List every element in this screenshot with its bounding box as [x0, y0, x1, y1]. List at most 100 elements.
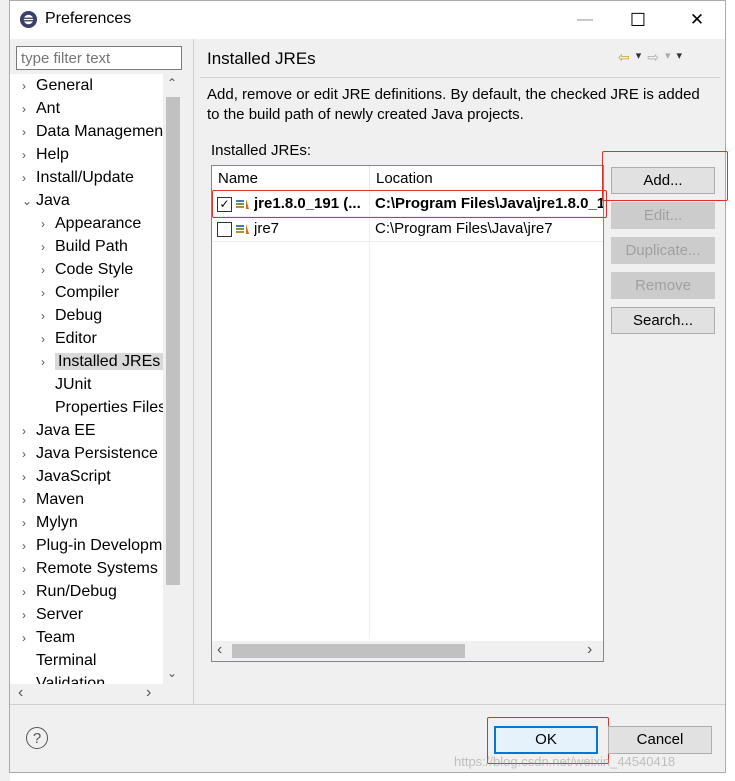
preferences-tree: › General › Ant › Data Management › Help › Instal…: [10, 74, 182, 704]
chevron-right-icon[interactable]: ›: [22, 144, 36, 166]
tree-item[interactable]: › Code Style: [41, 259, 133, 281]
tree-item[interactable]: › Appearance: [41, 213, 141, 235]
chevron-right-icon[interactable]: ›: [22, 466, 36, 488]
chevron-right-icon[interactable]: ›: [41, 282, 55, 304]
tree-item[interactable]: Terminal: [22, 650, 96, 672]
tree-item-label: Build Path: [55, 238, 128, 255]
tree-item[interactable]: › Install/Update: [22, 167, 134, 189]
chevron-right-icon[interactable]: ›: [22, 443, 36, 465]
tree-item[interactable]: › Compiler: [41, 282, 119, 304]
chevron-right-icon[interactable]: ›: [41, 259, 55, 281]
chevron-right-icon[interactable]: ›: [41, 328, 55, 350]
minimize-button[interactable]: —: [562, 1, 608, 39]
filter-input[interactable]: [16, 46, 182, 70]
tree-item[interactable]: › Java Persistence: [22, 443, 158, 465]
maximize-button[interactable]: ☐: [615, 1, 661, 39]
tree-item[interactable]: › Ant: [22, 98, 60, 120]
tree-item-label: Compiler: [55, 284, 120, 301]
chevron-right-icon[interactable]: ›: [22, 167, 36, 189]
eclipse-icon: [19, 10, 38, 29]
watermark: https://blog.csdn.net/weixin_44540418: [454, 754, 676, 769]
chevron-right-icon[interactable]: ›: [22, 420, 36, 442]
tree-item[interactable]: › Plug-in Development: [22, 535, 182, 557]
scroll-left-icon[interactable]: ‹: [18, 684, 23, 702]
column-header-location[interactable]: Location: [370, 166, 603, 189]
tree-item-label: Code Style: [55, 261, 134, 278]
tree-item[interactable]: › Help: [22, 144, 69, 166]
scroll-right-icon[interactable]: ›: [146, 684, 151, 702]
chevron-right-icon[interactable]: ›: [41, 236, 55, 258]
tree-horizontal-scrollbar[interactable]: ‹ ›: [10, 684, 182, 704]
help-icon[interactable]: ?: [26, 727, 48, 749]
chevron-right-icon[interactable]: ›: [41, 213, 55, 235]
tree-item[interactable]: › Remote Systems: [22, 558, 158, 580]
tree-item[interactable]: › Maven: [22, 489, 84, 511]
chevron-right-icon[interactable]: ›: [22, 604, 36, 626]
table-row[interactable]: jre7 C:\Program Files\Java\jre7: [212, 217, 603, 242]
tree-vertical-scroll-thumb[interactable]: [166, 97, 180, 585]
view-menu-icon[interactable]: ▾: [677, 49, 683, 66]
scroll-left-icon[interactable]: ‹: [217, 641, 222, 659]
tree-item[interactable]: › Build Path: [41, 236, 128, 258]
chevron-down-icon[interactable]: ⌄: [22, 190, 36, 212]
duplicate-button[interactable]: Duplicate...: [611, 237, 715, 264]
tree-item[interactable]: › General: [22, 75, 93, 97]
tree-item-label: Remote Systems: [36, 560, 158, 577]
back-arrow-icon[interactable]: ⇦: [618, 49, 630, 66]
chevron-right-icon[interactable]: ›: [22, 581, 36, 603]
chevron-right-icon[interactable]: ›: [22, 489, 36, 511]
remove-button[interactable]: Remove: [611, 272, 715, 299]
chevron-right-icon[interactable]: ›: [22, 535, 36, 557]
tree-item[interactable]: Properties Files Editor: [41, 397, 182, 419]
jre-table: Name Location ✓ jre1.8.0_191 (... C:\Pro…: [211, 165, 604, 662]
chevron-right-icon[interactable]: ›: [22, 512, 36, 534]
tree-item-label: Java: [36, 192, 70, 209]
tree-item-label: Java Persistence: [36, 445, 158, 462]
tree-item[interactable]: › Run/Debug: [22, 581, 117, 603]
close-button[interactable]: ✕: [674, 1, 720, 39]
tree-item[interactable]: › Installed JREs: [41, 351, 164, 373]
chevron-right-icon[interactable]: ›: [22, 627, 36, 649]
tree-item[interactable]: › Data Management: [22, 121, 168, 143]
chevron-right-icon[interactable]: ›: [41, 351, 55, 373]
forward-menu-icon[interactable]: ▾: [665, 49, 671, 66]
tree-item-label: Mylyn: [36, 514, 78, 531]
tree-item-label: Server: [36, 606, 84, 623]
chevron-right-icon[interactable]: ›: [22, 75, 36, 97]
tree-item[interactable]: › Server: [22, 604, 83, 626]
tree-item-label: Run/Debug: [36, 583, 117, 600]
tree-item[interactable]: › Editor: [41, 328, 97, 350]
tree-item[interactable]: › Mylyn: [22, 512, 78, 534]
back-menu-icon[interactable]: ▾: [636, 49, 642, 66]
tree-item-label: Help: [36, 146, 69, 163]
tree-item-label: Team: [36, 629, 76, 646]
chevron-right-icon[interactable]: ›: [22, 121, 36, 143]
scroll-up-icon[interactable]: ⌃: [167, 76, 177, 90]
chevron-right-icon[interactable]: ›: [22, 98, 36, 120]
tree-item[interactable]: ⌄ Java: [22, 190, 70, 212]
cancel-button[interactable]: Cancel: [608, 726, 712, 754]
scroll-down-icon[interactable]: ⌄: [167, 666, 177, 680]
tree-item-label: JUnit: [55, 376, 92, 393]
tree-item[interactable]: › Java EE: [22, 420, 96, 442]
tree-item-label: Data Management: [36, 123, 168, 140]
page-description: Add, remove or edit JRE definitions. By …: [207, 86, 700, 123]
jre-location: C:\Program Files\Java\jre7: [375, 220, 553, 237]
tree-item-label: Appearance: [55, 215, 142, 232]
chevron-right-icon[interactable]: ›: [41, 305, 55, 327]
table-horizontal-scrollbar[interactable]: ‹ ›: [212, 641, 603, 661]
search-button[interactable]: Search...: [611, 307, 715, 334]
forward-arrow-icon[interactable]: ⇨: [647, 49, 659, 66]
tree-item[interactable]: JUnit: [41, 374, 91, 396]
tree-item-label: Debug: [55, 307, 103, 324]
tree-item[interactable]: › Team: [22, 627, 75, 649]
jre-name: jre7: [254, 220, 280, 237]
tree-item[interactable]: › Debug: [41, 305, 102, 327]
jre-checkbox[interactable]: [217, 222, 232, 237]
table-scroll-thumb[interactable]: [232, 644, 465, 658]
column-header-name[interactable]: Name: [212, 166, 370, 189]
tree-item[interactable]: › JavaScript: [22, 466, 111, 488]
scroll-right-icon[interactable]: ›: [587, 641, 592, 659]
chevron-right-icon[interactable]: ›: [22, 558, 36, 580]
edit-button[interactable]: Edit...: [611, 202, 715, 229]
